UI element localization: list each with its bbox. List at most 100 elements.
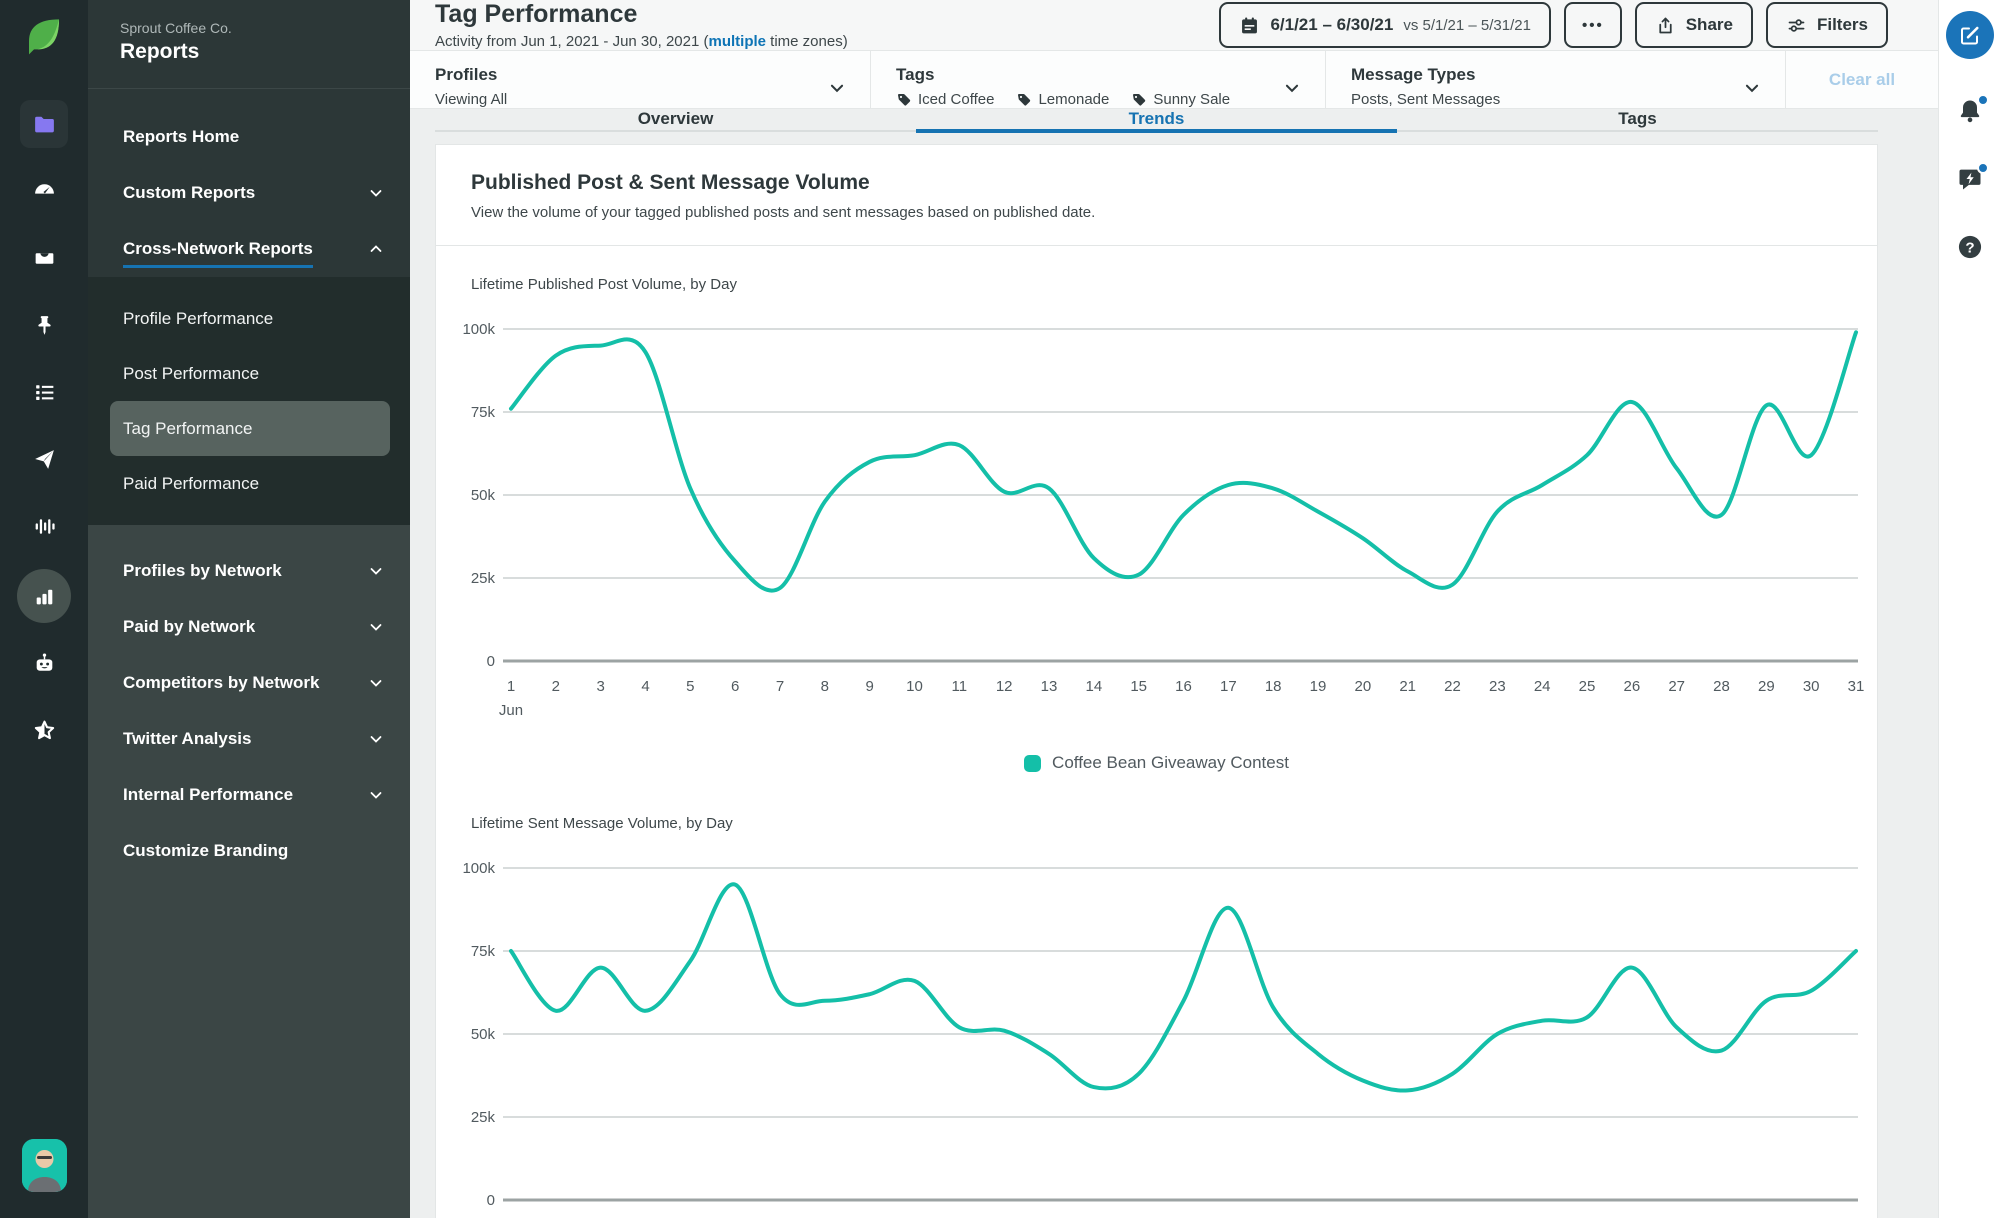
sidebar-item-competitors-by-network[interactable]: Competitors by Network	[88, 655, 410, 711]
bar-chart-reports-icon[interactable]	[17, 569, 71, 623]
sidenav-upper-list: Reports Home Custom Reports Cross-Network …	[88, 89, 410, 277]
sidebar-item-customize-branding[interactable]: Customize Branding	[88, 823, 410, 879]
profiles-filter[interactable]: Profiles Viewing All	[410, 51, 871, 108]
sidebar-item-paid-by-network[interactable]: Paid by Network	[88, 599, 410, 655]
svg-text:100k: 100k	[462, 321, 495, 338]
date-compare-value: vs 5/1/21 – 5/31/21	[1403, 16, 1531, 34]
tab-tags[interactable]: Tags	[1397, 109, 1878, 133]
clear-all-button[interactable]: Clear all	[1786, 51, 1938, 108]
folder-icon[interactable]	[20, 100, 68, 148]
svg-text:9: 9	[865, 678, 873, 695]
svg-text:18: 18	[1265, 678, 1282, 695]
svg-text:25: 25	[1579, 678, 1596, 695]
tag-pill-iced-coffee: Iced Coffee	[896, 91, 994, 108]
tag-pill-sunny-sale: Sunny Sale	[1131, 91, 1230, 108]
inbox-icon[interactable]	[20, 234, 68, 282]
paper-plane-icon[interactable]	[20, 435, 68, 483]
svg-text:14: 14	[1085, 678, 1102, 695]
chevron-up-icon	[370, 245, 382, 252]
svg-text:25k: 25k	[471, 570, 496, 587]
svg-text:24: 24	[1534, 678, 1551, 695]
sidebar-item-post-performance[interactable]: Post Performance	[88, 346, 410, 401]
pin-icon[interactable]	[20, 301, 68, 349]
sidebar-item-cross-network-reports[interactable]: Cross-Network Reports	[88, 221, 410, 277]
volume-card-description: View the volume of your tagged published…	[471, 204, 1096, 221]
global-nav-rail	[0, 0, 88, 1218]
message-types-filter[interactable]: Message Types Posts, Sent Messages	[1326, 51, 1786, 108]
svg-text:11: 11	[952, 678, 968, 695]
user-avatar[interactable]	[22, 1139, 67, 1192]
svg-text:4: 4	[641, 678, 649, 695]
svg-text:19: 19	[1310, 678, 1327, 695]
chevron-down-icon	[1745, 84, 1759, 93]
tag-icon	[1018, 93, 1031, 106]
sidenav-header: Sprout Coffee Co. Reports	[88, 0, 410, 89]
gauge-icon[interactable]	[20, 167, 68, 215]
sidebar-item-custom-reports[interactable]: Custom Reports	[88, 165, 410, 221]
svg-text:22: 22	[1444, 678, 1461, 695]
svg-text:28: 28	[1713, 678, 1730, 695]
svg-text:29: 29	[1758, 678, 1775, 695]
tab-trends[interactable]: Trends	[916, 109, 1397, 133]
svg-text:50k: 50k	[471, 487, 496, 504]
chevron-down-icon	[370, 680, 382, 687]
list-icon[interactable]	[20, 368, 68, 416]
chevron-down-icon	[370, 190, 382, 197]
chart-legend: Coffee Bean Giveaway Contest	[436, 753, 1877, 773]
feedback-bubble-icon[interactable]	[1955, 162, 1989, 195]
sidebar-item-internal-performance[interactable]: Internal Performance	[88, 767, 410, 823]
profiles-filter-label: Profiles	[435, 65, 498, 84]
sidebar-item-label: Paid by Network	[123, 617, 256, 636]
help-question-icon[interactable]: ?	[1955, 233, 1985, 263]
svg-text:23: 23	[1489, 678, 1506, 695]
filters-button[interactable]: Filters	[1765, 2, 1888, 48]
page-title: Tag Performance	[435, 0, 638, 28]
svg-text:1: 1	[507, 678, 515, 695]
sidebar-item-reports-home[interactable]: Reports Home	[88, 109, 410, 165]
svg-text:13: 13	[1041, 678, 1058, 695]
sidebar-item-paid-performance[interactable]: Paid Performance	[88, 456, 410, 511]
multiple-timezones-link[interactable]: multiple	[708, 33, 766, 50]
tag-pill-lemonade: Lemonade	[1016, 91, 1109, 108]
sidebar-item-twitter-analysis[interactable]: Twitter Analysis	[88, 711, 410, 767]
svg-text:15: 15	[1130, 678, 1147, 695]
svg-text:?: ?	[1965, 239, 1974, 256]
main-content: Tag Performance Activity from Jun 1, 202…	[410, 0, 1938, 1218]
svg-text:7: 7	[776, 678, 784, 695]
sidebar-item-profile-performance[interactable]: Profile Performance	[88, 291, 410, 346]
tags-filter[interactable]: Tags Iced Coffee Lemonade Sunny Sale	[871, 51, 1326, 108]
tab-overview[interactable]: Overview	[435, 109, 916, 133]
sidebar-item-label: Post Performance	[123, 363, 260, 383]
more-options-button[interactable]: •••	[1563, 2, 1622, 48]
page-subtitle: Activity from Jun 1, 2021 - Jun 30, 2021…	[435, 33, 848, 50]
report-tabs: Overview Trends Tags	[435, 109, 1878, 133]
chevron-down-icon	[370, 736, 382, 743]
notifications-bell-icon[interactable]	[1955, 94, 1989, 127]
share-button[interactable]: Share	[1634, 2, 1753, 48]
waveform-icon[interactable]	[20, 502, 68, 550]
page-header: Tag Performance Activity from Jun 1, 202…	[410, 0, 1938, 50]
tag-icon	[898, 93, 911, 106]
filter-bar: Profiles Viewing All Tags Iced Coffee Lem…	[410, 50, 1938, 109]
sidebar-item-label: Tag Performance	[123, 418, 253, 438]
star-icon[interactable]	[20, 706, 68, 754]
feedback-badge	[1976, 162, 1989, 174]
sidenav-lower-list: Profiles by Network Paid by Network Compet…	[88, 525, 410, 1218]
robot-icon[interactable]	[20, 639, 68, 687]
svg-text:17: 17	[1220, 678, 1237, 695]
chevron-down-icon	[370, 792, 382, 799]
chevron-down-icon	[830, 84, 844, 93]
compose-button[interactable]	[1945, 11, 1994, 59]
svg-text:12: 12	[996, 678, 1013, 695]
svg-text:Jun: Jun	[499, 702, 523, 719]
sidebar-item-tag-performance[interactable]: Tag Performance	[110, 401, 390, 456]
sidenav-submenu-list: Profile Performance Post Performance Tag P…	[88, 277, 410, 525]
chevron-down-icon	[1285, 84, 1299, 93]
svg-text:75k: 75k	[471, 404, 496, 421]
sent-message-chart-label: Lifetime Sent Message Volume, by Day	[471, 815, 733, 832]
svg-text:6: 6	[731, 678, 739, 695]
rail-icon-list	[17, 100, 71, 773]
sidebar-item-profiles-by-network[interactable]: Profiles by Network	[88, 543, 410, 599]
date-range-button[interactable]: 6/1/21 – 6/30/21 vs 5/1/21 – 5/31/21	[1219, 2, 1551, 48]
svg-text:10: 10	[906, 678, 923, 695]
